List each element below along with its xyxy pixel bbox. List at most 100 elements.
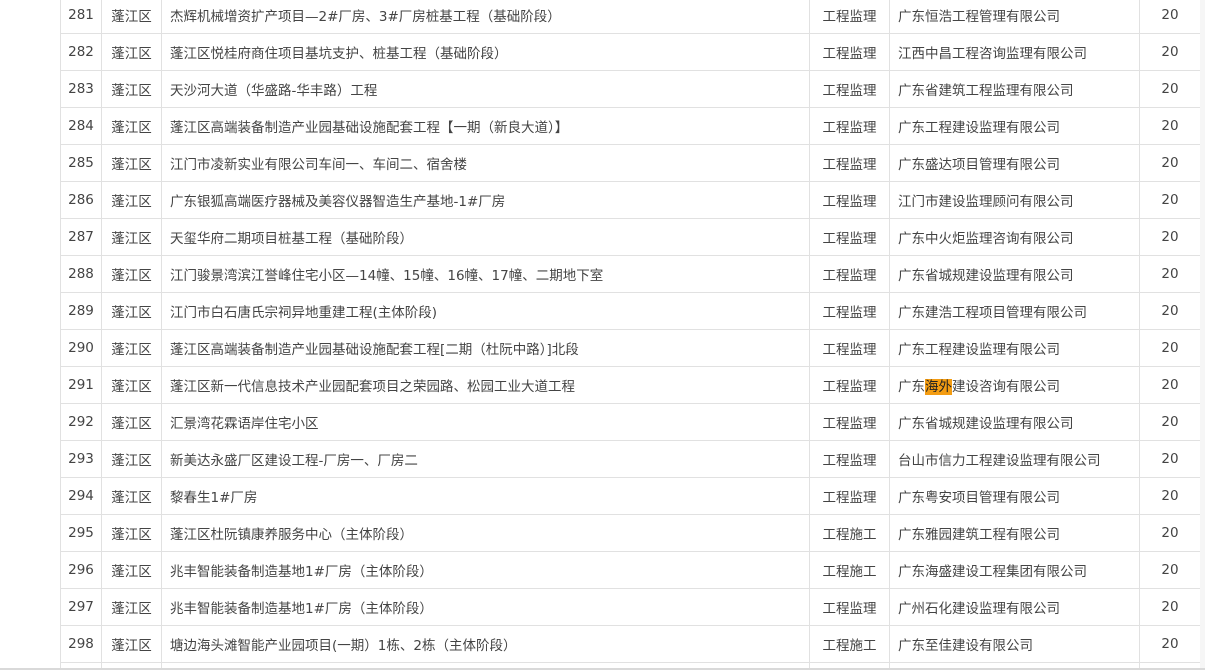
- table-row: 295 蓬江区 蓬江区杜阮镇康养服务中心（主体阶段） 工程施工 广东雅园建筑工程…: [60, 514, 1201, 552]
- row-number-cell: 284: [60, 107, 102, 145]
- project-name-cell: 兆丰智能装备制造基地1#厂房（主体阶段）: [161, 588, 810, 626]
- project-name-cell: 江门市凌新实业有限公司车间一、车间二、宿舍楼: [161, 144, 810, 182]
- work-type-cell: 工程监理: [809, 181, 890, 219]
- score-cell: 20: [1139, 366, 1201, 404]
- work-type-cell: 工程监理: [809, 33, 890, 71]
- table-row: 291 蓬江区 蓬江区新一代信息技术产业园配套项目之荣园路、松园工业大道工程 工…: [60, 366, 1201, 404]
- work-type-cell: 工程监理: [809, 403, 890, 441]
- work-type-cell: 工程监理: [809, 107, 890, 145]
- work-type-cell: 工程施工: [809, 625, 890, 663]
- company-cell: 广东海盛建设工程集团有限公司: [889, 551, 1140, 589]
- row-number-cell: 281: [60, 0, 102, 34]
- work-type-cell: 工程监理: [809, 440, 890, 478]
- company-cell: 江门市建设监理顾问有限公司: [889, 181, 1140, 219]
- score-cell: 20: [1139, 403, 1201, 441]
- score-cell: 20: [1139, 551, 1201, 589]
- scrollbar[interactable]: [1200, 0, 1205, 670]
- table-row: 285 蓬江区 江门市凌新实业有限公司车间一、车间二、宿舍楼 工程监理 广东盛达…: [60, 144, 1201, 182]
- table-row: 283 蓬江区 天沙河大道（华盛路-华丰路）工程 工程监理 广东省建筑工程监理有…: [60, 70, 1201, 108]
- company-text-before-highlight: 广东: [898, 379, 925, 395]
- row-number-cell: 296: [60, 551, 102, 589]
- score-cell: 20: [1139, 440, 1201, 478]
- row-number-cell: 297: [60, 588, 102, 626]
- region-cell: 蓬江区: [101, 514, 162, 552]
- row-number-cell: 294: [60, 477, 102, 515]
- project-name-cell: 塘边海头滩智能产业园项目(一期）1栋、2栋（主体阶段）: [161, 625, 810, 663]
- table-row: 282 蓬江区 蓬江区悦桂府商住项目基坑支护、桩基工程（基础阶段） 工程监理 江…: [60, 33, 1201, 71]
- company-cell: 广东盛达项目管理有限公司: [889, 144, 1140, 182]
- region-cell: 蓬江区: [101, 181, 162, 219]
- company-cell: 广东工程建设监理有限公司: [889, 107, 1140, 145]
- work-type-cell: 工程监理: [809, 366, 890, 404]
- score-cell: 20: [1139, 292, 1201, 330]
- row-number-cell: 285: [60, 144, 102, 182]
- score-cell: 20: [1139, 625, 1201, 663]
- table-row: 286 蓬江区 广东银狐高端医疗器械及美容仪器智造生产基地-1#厂房 工程监理 …: [60, 181, 1201, 219]
- region-cell: 蓬江区: [101, 403, 162, 441]
- project-name-cell: 广东银狐高端医疗器械及美容仪器智造生产基地-1#厂房: [161, 181, 810, 219]
- table-row: 296 蓬江区 兆丰智能装备制造基地1#厂房（主体阶段） 工程施工 广东海盛建设…: [60, 551, 1201, 589]
- row-number-cell: 286: [60, 181, 102, 219]
- company-cell: 广州石化建设监理有限公司: [889, 588, 1140, 626]
- results-table-wrapper: 281 蓬江区 杰辉机械增资扩产项目—2#厂房、3#厂房桩基工程（基础阶段） 工…: [60, 0, 1201, 670]
- score-cell: 20: [1139, 181, 1201, 219]
- table-row: 297 蓬江区 兆丰智能装备制造基地1#厂房（主体阶段） 工程监理 广州石化建设…: [60, 588, 1201, 626]
- work-type-cell: 工程监理: [809, 218, 890, 256]
- table-row: 287 蓬江区 天玺华府二期项目桩基工程（基础阶段） 工程监理 广东中火炬监理咨…: [60, 218, 1201, 256]
- project-name-cell: 黎春生1#厂房: [161, 477, 810, 515]
- row-number-cell: 282: [60, 33, 102, 71]
- work-type-cell: 工程监理: [809, 292, 890, 330]
- score-cell: 20: [1139, 0, 1201, 34]
- region-cell: 蓬江区: [101, 70, 162, 108]
- project-name-cell: 蓬江区高端装备制造产业园基础设施配套工程[二期（杜阮中路）]北段: [161, 329, 810, 367]
- row-number-cell: 292: [60, 403, 102, 441]
- company-cell: 广东建浩工程项目管理有限公司: [889, 292, 1140, 330]
- score-cell: 20: [1139, 218, 1201, 256]
- row-number-cell: 288: [60, 255, 102, 293]
- region-cell: 蓬江区: [101, 366, 162, 404]
- project-name-cell: 兆丰智能装备制造基地1#厂房（主体阶段）: [161, 551, 810, 589]
- score-cell: 20: [1139, 477, 1201, 515]
- table-row: 292 蓬江区 汇景湾花霖语岸住宅小区 工程监理 广东省城规建设监理有限公司 2…: [60, 403, 1201, 441]
- table-row: 290 蓬江区 蓬江区高端装备制造产业园基础设施配套工程[二期（杜阮中路）]北段…: [60, 329, 1201, 367]
- row-number-cell: 293: [60, 440, 102, 478]
- region-cell: 蓬江区: [101, 329, 162, 367]
- work-type-cell: 工程监理: [809, 70, 890, 108]
- company-cell: 广东海外建设咨询有限公司: [889, 366, 1140, 404]
- company-cell: 广东恒浩工程管理有限公司: [889, 0, 1140, 34]
- region-cell: 蓬江区: [101, 218, 162, 256]
- project-name-cell: 蓬江区悦桂府商住项目基坑支护、桩基工程（基础阶段）: [161, 33, 810, 71]
- company-cell: 广东省城规建设监理有限公司: [889, 403, 1140, 441]
- score-cell: 20: [1139, 329, 1201, 367]
- company-cell: 广东省城规建设监理有限公司: [889, 255, 1140, 293]
- project-name-cell: 蓬江区杜阮镇康养服务中心（主体阶段）: [161, 514, 810, 552]
- project-name-cell: 江门市白石唐氏宗祠异地重建工程(主体阶段): [161, 292, 810, 330]
- row-number-cell: 291: [60, 366, 102, 404]
- project-name-cell: 江门骏景湾滨江誉峰住宅小区—14幢、15幢、16幢、17幢、二期地下室: [161, 255, 810, 293]
- work-type-cell: 工程监理: [809, 144, 890, 182]
- region-cell: 蓬江区: [101, 144, 162, 182]
- region-cell: 蓬江区: [101, 255, 162, 293]
- score-cell: 20: [1139, 588, 1201, 626]
- company-cell: 广东粤安项目管理有限公司: [889, 477, 1140, 515]
- table-row: 284 蓬江区 蓬江区高端装备制造产业园基础设施配套工程【一期（新良大道）】 工…: [60, 107, 1201, 145]
- score-cell: 20: [1139, 70, 1201, 108]
- region-cell: 蓬江区: [101, 0, 162, 34]
- results-table: 281 蓬江区 杰辉机械增资扩产项目—2#厂房、3#厂房桩基工程（基础阶段） 工…: [60, 0, 1201, 670]
- table-row: 298 蓬江区 塘边海头滩智能产业园项目(一期）1栋、2栋（主体阶段） 工程施工…: [60, 625, 1201, 663]
- work-type-cell: 工程监理: [809, 255, 890, 293]
- company-cell: 广东中火炬监理咨询有限公司: [889, 218, 1140, 256]
- project-name-cell: 蓬江区高端装备制造产业园基础设施配套工程【一期（新良大道）】: [161, 107, 810, 145]
- table-row: 281 蓬江区 杰辉机械增资扩产项目—2#厂房、3#厂房桩基工程（基础阶段） 工…: [60, 0, 1201, 34]
- table-row: 288 蓬江区 江门骏景湾滨江誉峰住宅小区—14幢、15幢、16幢、17幢、二期…: [60, 255, 1201, 293]
- project-name-cell: 天玺华府二期项目桩基工程（基础阶段）: [161, 218, 810, 256]
- results-table-body: 281 蓬江区 杰辉机械增资扩产项目—2#厂房、3#厂房桩基工程（基础阶段） 工…: [60, 0, 1201, 670]
- company-text-after-highlight: 建设咨询有限公司: [952, 379, 1060, 395]
- company-cell: 广东至佳建设有限公司: [889, 625, 1140, 663]
- project-name-cell: 天沙河大道（华盛路-华丰路）工程: [161, 70, 810, 108]
- page: 281 蓬江区 杰辉机械增资扩产项目—2#厂房、3#厂房桩基工程（基础阶段） 工…: [0, 0, 1205, 670]
- company-cell: 江西中昌工程咨询监理有限公司: [889, 33, 1140, 71]
- row-number-cell: 290: [60, 329, 102, 367]
- table-row: 294 蓬江区 黎春生1#厂房 工程监理 广东粤安项目管理有限公司 20: [60, 477, 1201, 515]
- company-cell: 广东省建筑工程监理有限公司: [889, 70, 1140, 108]
